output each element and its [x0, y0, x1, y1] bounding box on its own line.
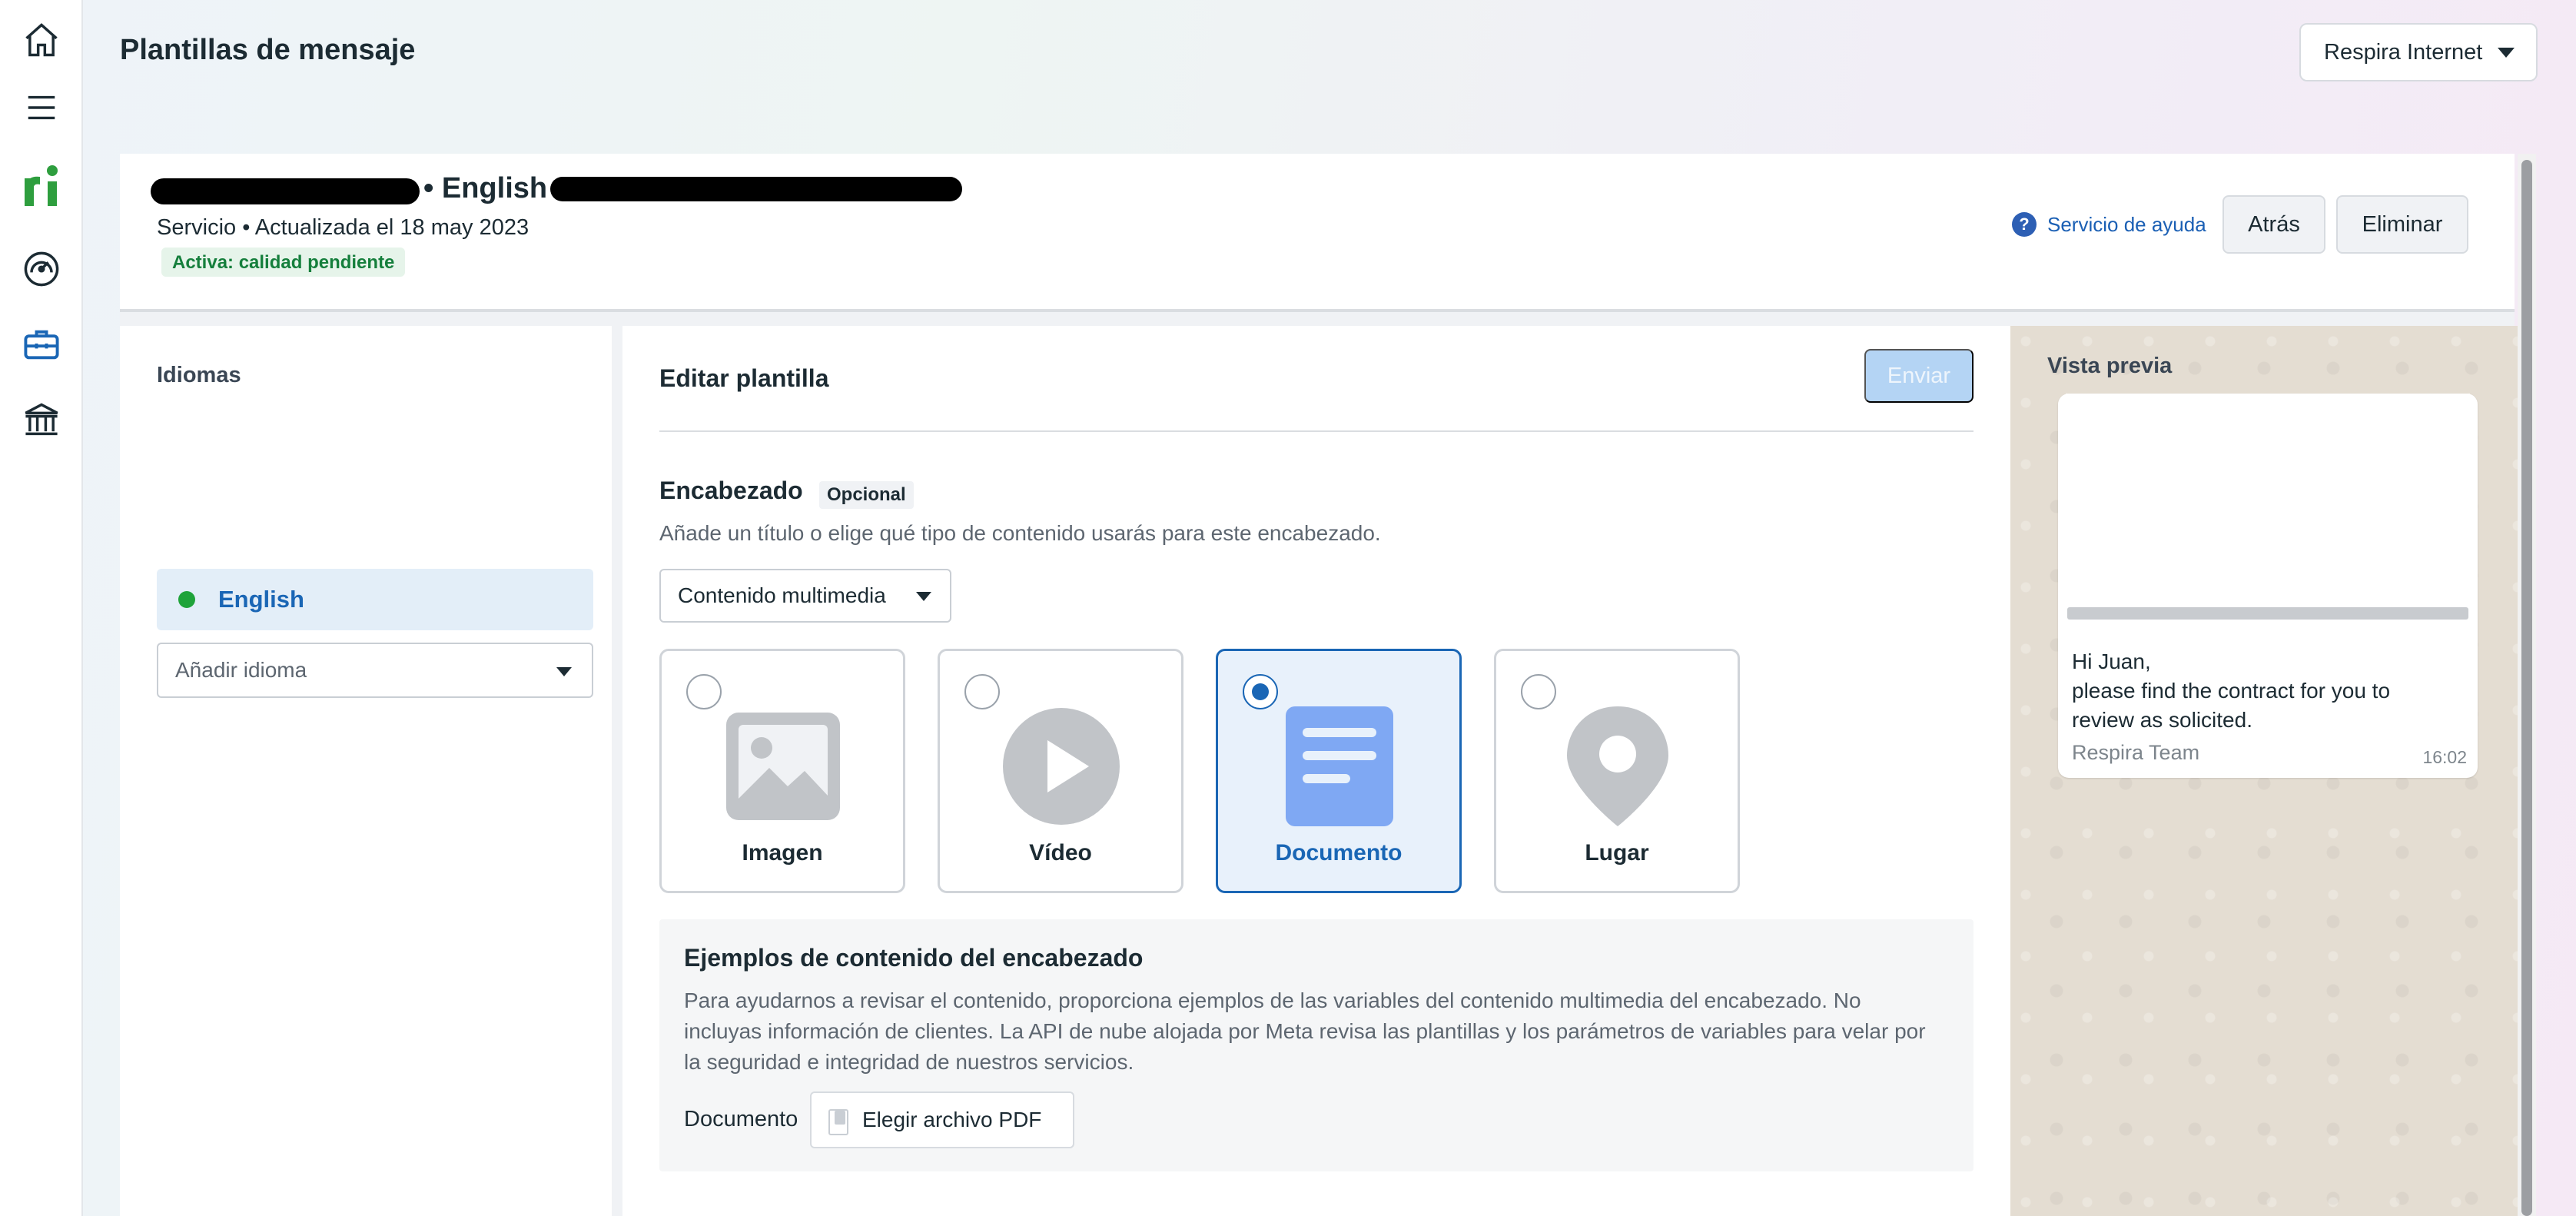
document-bar	[2067, 607, 2468, 620]
video-play-icon	[1003, 708, 1120, 825]
left-nav-rail	[0, 0, 83, 1216]
back-button[interactable]: Atrás	[2222, 195, 2325, 254]
radio-button[interactable]	[964, 674, 1000, 709]
ri-logo-icon[interactable]	[17, 161, 66, 211]
location-pin-icon	[1567, 706, 1668, 826]
add-language-dropdown[interactable]: Añadir idioma	[157, 643, 593, 698]
choose-pdf-button[interactable]: Elegir archivo PDF	[810, 1091, 1074, 1148]
message-body: Hi Juan, please find the contract for yo…	[2072, 647, 2456, 735]
message-line: please find the contract for you to	[2072, 679, 2391, 703]
file-icon	[828, 1108, 848, 1135]
optional-badge: Opcional	[819, 481, 914, 509]
redacted-block	[151, 178, 420, 204]
redacted-block	[550, 177, 962, 201]
message-line: review as solicited.	[2072, 708, 2252, 732]
menu-icon[interactable]	[17, 83, 66, 132]
message-line: Hi Juan,	[2072, 650, 2151, 673]
preview-panel: Vista previa Hi Juan, please find the co…	[2010, 326, 2518, 1216]
message-time: 16:02	[2422, 747, 2467, 767]
template-header: • English • Servicio • Actualizada el 18…	[120, 154, 2515, 312]
language-item-english[interactable]: English	[157, 569, 593, 630]
help-icon: ?	[2012, 212, 2037, 237]
caret-down-icon	[556, 667, 572, 676]
preview-title: Vista previa	[2047, 354, 2173, 378]
caret-down-icon	[916, 592, 931, 601]
delete-button[interactable]: Eliminar	[2336, 195, 2468, 254]
media-option-document[interactable]: Documento	[1216, 649, 1462, 893]
header-type-select[interactable]: Contenido multimedia	[659, 569, 951, 623]
languages-title: Idiomas	[157, 363, 241, 387]
briefcase-icon[interactable]	[17, 320, 66, 369]
media-option-label: Imagen	[742, 840, 823, 865]
document-label: Documento	[684, 1107, 798, 1131]
active-status-dot	[178, 591, 195, 608]
language-label: English	[218, 586, 304, 613]
bank-icon[interactable]	[17, 395, 66, 444]
template-name: • English •	[423, 172, 566, 204]
scrollbar-thumb[interactable]	[2521, 160, 2532, 1216]
send-button[interactable]: Enviar	[1864, 349, 1973, 403]
template-meta: Servicio • Actualizada el 18 may 2023	[157, 215, 529, 240]
editor-panel: Editar plantilla Enviar Encabezado Opcio…	[622, 326, 2021, 1216]
caret-down-icon	[2498, 48, 2515, 58]
editor-title: Editar plantilla	[659, 364, 829, 392]
home-icon[interactable]	[17, 15, 66, 65]
help-center-link[interactable]: ? Servicio de ayuda	[2012, 209, 2206, 240]
account-name: Respira Internet	[2324, 39, 2483, 65]
message-bubble: Hi Juan, please find the contract for yo…	[2058, 394, 2478, 778]
status-badge: Activa: calidad pendiente	[161, 248, 406, 277]
speedometer-icon[interactable]	[17, 244, 66, 294]
header-examples-section: Ejemplos de contenido del encabezado Par…	[659, 919, 1973, 1171]
media-option-label: Lugar	[1585, 840, 1649, 865]
page-title: Plantillas de mensaje	[120, 34, 416, 66]
examples-title: Ejemplos de contenido del encabezado	[684, 944, 1144, 972]
media-option-label: Vídeo	[1029, 840, 1092, 865]
help-link-label: Servicio de ayuda	[2047, 212, 2206, 236]
header-type-value: Contenido multimedia	[678, 583, 886, 607]
radio-button[interactable]	[1243, 674, 1278, 709]
media-option-video[interactable]: Vídeo	[938, 649, 1183, 893]
account-selector[interactable]: Respira Internet	[2299, 23, 2538, 81]
media-option-location[interactable]: Lugar	[1494, 649, 1740, 893]
media-option-image[interactable]: Imagen	[659, 649, 905, 893]
radio-button[interactable]	[1521, 674, 1556, 709]
header-section-title: Encabezado	[659, 477, 803, 504]
document-preview	[2066, 394, 2470, 609]
media-option-label: Documento	[1275, 840, 1403, 865]
template-card: • English • Servicio • Actualizada el 18…	[120, 154, 2518, 1216]
image-icon	[726, 713, 840, 820]
document-icon	[1286, 706, 1393, 826]
radio-button[interactable]	[686, 674, 722, 709]
choose-pdf-label: Elegir archivo PDF	[862, 1108, 1042, 1131]
message-footer: Respira Team	[2072, 741, 2200, 764]
add-language-label: Añadir idioma	[175, 658, 307, 682]
scrollbar[interactable]	[2518, 154, 2536, 1216]
header-section-description: Añade un título o elige qué tipo de cont…	[659, 521, 1381, 545]
languages-panel: Idiomas English Añadir idioma	[120, 326, 612, 1216]
examples-description: Para ayudarnos a revisar el contenido, p…	[684, 988, 1926, 1074]
divider	[659, 430, 1973, 432]
